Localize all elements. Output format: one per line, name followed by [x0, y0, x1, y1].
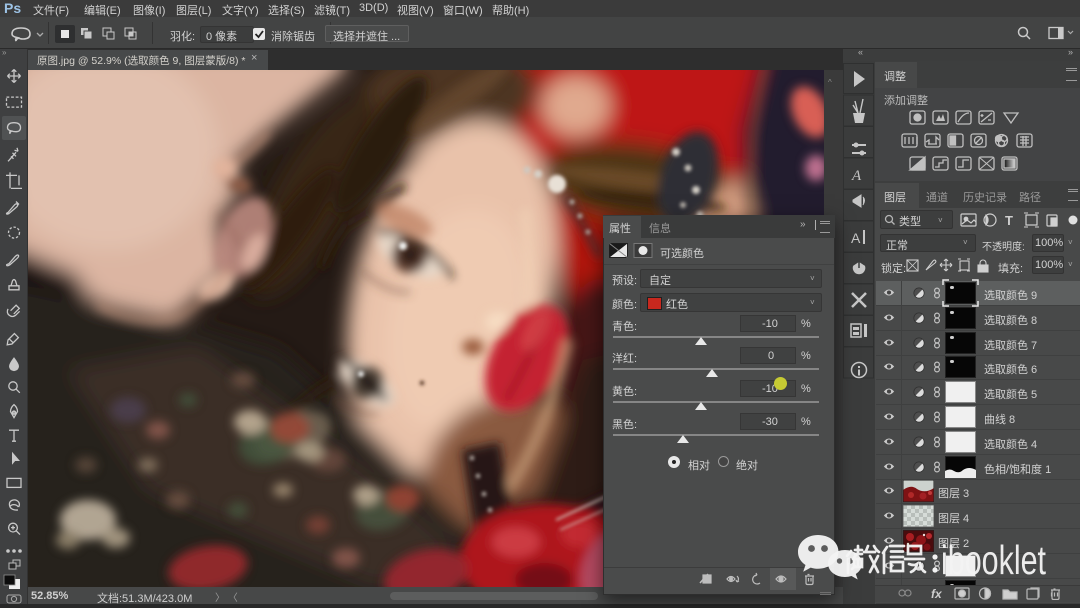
- svg-text:T: T: [1005, 213, 1013, 228]
- svg-text:ibooklet: ibooklet: [941, 537, 1046, 583]
- svg-text:A: A: [851, 168, 862, 184]
- svg-text:fx: fx: [931, 587, 943, 600]
- svg-text:A: A: [851, 230, 861, 246]
